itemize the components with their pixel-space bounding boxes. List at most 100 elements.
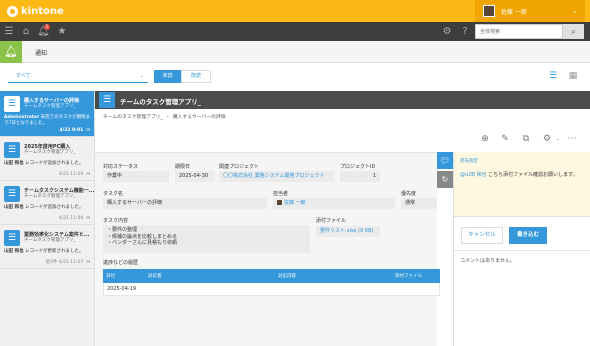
- nav-bar: ☰ ⌂ 🔔︎ 1 ★ ⚙ ? ⌕: [0, 22, 590, 41]
- app-icon: ☰: [4, 230, 20, 246]
- breadcrumb: チームのタスク管理アプリ_ › 購入するサーバーの評価: [103, 113, 225, 120]
- mail-icon: ✉: [86, 216, 90, 221]
- cancel-button[interactable]: キャンセル: [461, 227, 503, 244]
- list-item[interactable]: ☰ チームタスクシステム機能一... チームタスク管理アプリ_ 山田 和也 レコ…: [0, 181, 94, 225]
- notification-body: Administrator 未完了のタスクが期限まで7日となりました。: [4, 115, 92, 127]
- column-header: 日付: [106, 274, 115, 279]
- task-content-label: タスク内容: [103, 218, 129, 224]
- record-header: ☰ チームのタスク管理アプリ_: [95, 91, 590, 109]
- list-item[interactable]: ☰ 業務効率化システム案件ヒ... チームタスク管理アプリ_ 山田 和也 レコー…: [0, 225, 94, 269]
- attachment-label: 添付ファイル: [316, 218, 347, 224]
- history-tab-icon[interactable]: ↻: [437, 171, 453, 188]
- notification-sender: Administrator: [4, 115, 40, 120]
- mail-icon: ✉: [86, 260, 90, 265]
- notification-body: 山田 和也 レコードが追加されました。: [4, 205, 92, 211]
- project-link[interactable]: 〇〇株式会社 業務システム開発プロジェクト: [219, 171, 334, 182]
- notification-text: レコードが追加されました。: [23, 205, 84, 210]
- column-header: 対応者: [148, 274, 162, 279]
- mention-tag: @山田 和也: [460, 172, 487, 178]
- task-name-label: タスク名: [103, 191, 124, 197]
- logo-text: kintone: [21, 5, 64, 17]
- unread-button[interactable]: 未読: [154, 70, 181, 83]
- task-content-value: ・要件の整理 ・候補の論点を比較しまとめる ・ベンダーさんに見積もり依頼: [103, 225, 310, 253]
- notifications-header: 🔔︎ 通知: [0, 41, 590, 63]
- no-comments-text: コメントはありません。: [460, 258, 515, 264]
- notification-badge: 1: [44, 24, 50, 30]
- assignee-name: 佐藤 一郎: [284, 200, 306, 206]
- comment-tab-icon[interactable]: 💬︎: [437, 152, 453, 169]
- user-menu[interactable]: 佐藤 一郎 ⌄: [475, 0, 585, 22]
- due-date-label: 期限日: [175, 164, 191, 170]
- comment-editor[interactable]: 宛先指定 @山田 和也 こちら添付ファイル確認お願いします。: [454, 152, 590, 217]
- project-label: 関連プロジェクト: [219, 164, 260, 170]
- due-date-value: 2025-04-30: [175, 171, 215, 182]
- home-icon[interactable]: ⌂: [20, 26, 32, 38]
- breadcrumb-separator: ›: [166, 115, 169, 120]
- notification-time: 4/21 11:09 ✉: [59, 172, 90, 177]
- comment-draft[interactable]: @山田 和也 こちら添付ファイル確認お願いします。: [460, 172, 588, 179]
- table-row: 2025-04-19: [103, 283, 440, 296]
- page-title: 通知: [35, 50, 48, 57]
- attachment-link[interactable]: 要件リスト.xlsx (9 KB): [316, 226, 380, 237]
- time-text: 4/21 11:09: [58, 172, 84, 177]
- logo-icon: [7, 5, 18, 17]
- chevron-down-icon[interactable]: ⌄: [552, 133, 564, 145]
- search-input[interactable]: [475, 24, 563, 39]
- help-icon[interactable]: ?: [459, 26, 471, 38]
- assignee-label: 担当者: [273, 191, 289, 197]
- edit-icon[interactable]: ✎: [499, 133, 511, 145]
- notification-text: レコードが追加されました。: [23, 161, 84, 166]
- project-id-label: プロジェクトID: [340, 164, 376, 170]
- column-header: 添付ファイル: [395, 274, 422, 279]
- copy-icon[interactable]: ⧉: [520, 133, 532, 145]
- read-button[interactable]: 既読: [181, 70, 211, 83]
- project-id-value: 1: [340, 171, 380, 182]
- notification-extra: 他3件: [45, 260, 58, 265]
- mail-icon: ✉: [86, 128, 90, 133]
- breadcrumb-app[interactable]: チームのタスク管理アプリ_: [103, 115, 163, 120]
- list-view-icon[interactable]: ☰: [547, 71, 559, 82]
- table-header: 日付 対応者 対応内容 添付ファイル: [103, 269, 440, 283]
- kintone-logo[interactable]: kintone: [7, 4, 64, 18]
- app-icon: ☰: [4, 142, 20, 158]
- app-icon[interactable]: ☰: [99, 92, 115, 108]
- notification-sender: 山田 和也: [4, 249, 24, 254]
- time-text: 4/21 11:08: [58, 216, 84, 221]
- comment-draft-text: こちら添付ファイル確認お願いします。: [486, 172, 578, 178]
- list-item[interactable]: ☰ 2025年度用PC購入 チームタスク管理アプリ_ 山田 和也 レコードが追加…: [0, 137, 94, 181]
- notification-time: 4/21 11:08 ✉: [59, 216, 90, 221]
- user-avatar-icon: [277, 200, 282, 205]
- task-content-line: ・ベンダーさんに見積もり依頼: [107, 240, 178, 246]
- assignee-value[interactable]: 佐藤 一郎: [273, 198, 395, 209]
- notification-body: 山田 和也 レコードが更新されました。: [4, 249, 92, 255]
- menu-icon[interactable]: ☰: [3, 26, 15, 38]
- notification-body: 山田 和也 レコードが追加されました。: [4, 161, 92, 167]
- grid-view-icon[interactable]: ▦: [567, 71, 579, 82]
- list-item[interactable]: ☰ 購入するサーバーの評価 チームタスク管理アプリ_ Administrator…: [0, 91, 94, 137]
- more-icon[interactable]: ⋯: [566, 133, 578, 145]
- notification-time: 他3件 4/21 11:07 ✉: [45, 259, 90, 265]
- notification-sender: 山田 和也: [4, 205, 24, 210]
- app-icon: ☰: [4, 186, 20, 202]
- time-text: 4/23 9:01: [59, 128, 84, 133]
- status-value: 作業中: [103, 171, 169, 182]
- chevron-down-icon: ⌄: [571, 7, 577, 15]
- breadcrumb-record: 購入するサーバーの評価: [172, 115, 226, 120]
- post-comment-button[interactable]: 書き込む: [509, 227, 547, 244]
- mention-link[interactable]: 宛先指定: [460, 158, 478, 164]
- filter-select[interactable]: すべて ⌄: [8, 71, 148, 83]
- notification-text: レコードが更新されました。: [23, 249, 84, 254]
- filter-row: すべて ⌄ 未読 既読 ☰ ▦: [0, 63, 590, 91]
- history-label: 進捗などの履歴: [103, 260, 139, 266]
- chevron-down-icon: ⌄: [139, 73, 144, 79]
- gear-icon[interactable]: ⚙: [441, 26, 453, 38]
- star-icon[interactable]: ★: [56, 26, 68, 38]
- add-icon[interactable]: ⊕: [479, 133, 491, 145]
- status-label: 対応ステータス: [103, 164, 139, 170]
- top-bar: kintone 佐藤 一郎 ⌄: [0, 0, 590, 22]
- column-header: 対応内容: [278, 274, 296, 279]
- app-icon: ☰: [4, 96, 20, 112]
- notification-app: チームタスク管理アプリ_: [24, 194, 76, 199]
- search-icon[interactable]: ⌕: [563, 24, 584, 39]
- app-title[interactable]: チームのタスク管理アプリ_: [120, 96, 201, 106]
